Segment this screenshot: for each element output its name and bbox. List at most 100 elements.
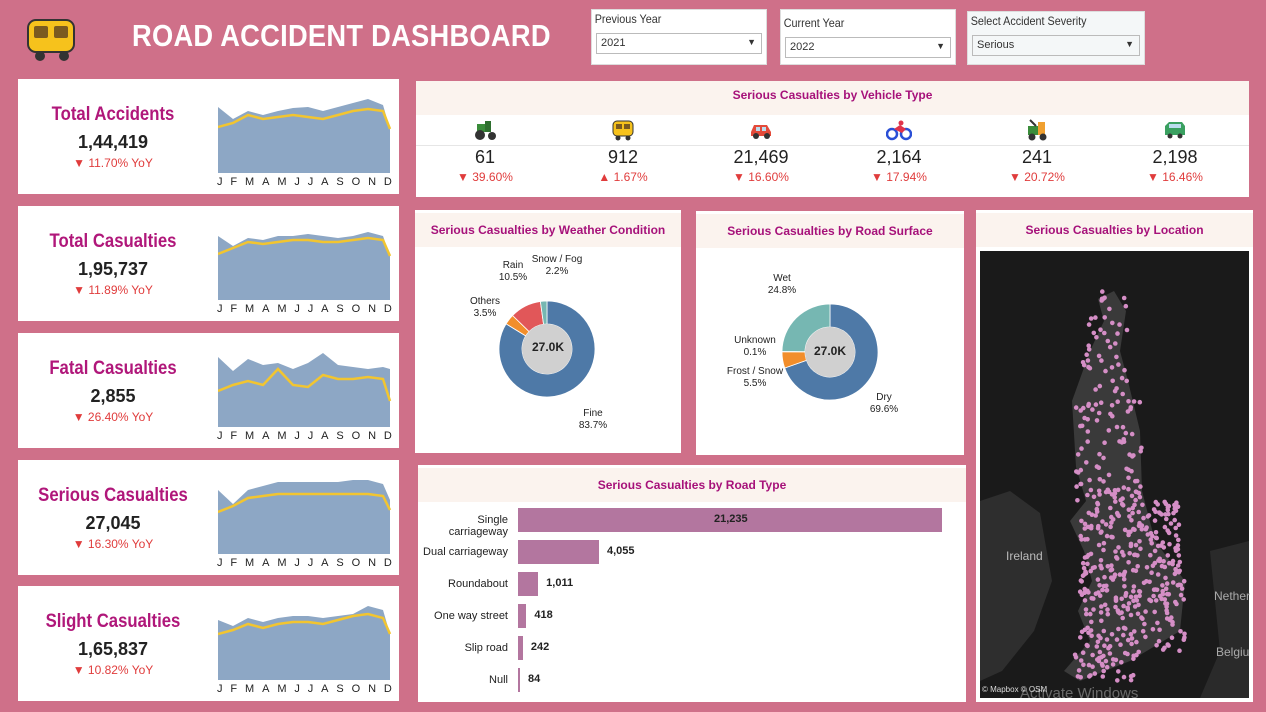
map-location-dot[interactable] xyxy=(1164,516,1169,522)
map-location-dot[interactable] xyxy=(1148,537,1154,542)
map-location-dot[interactable] xyxy=(1113,549,1118,554)
map-location-dot[interactable] xyxy=(1177,648,1182,653)
map-location-dot[interactable] xyxy=(1082,586,1087,592)
map-location-dot[interactable] xyxy=(1095,639,1101,645)
map-location-dot[interactable] xyxy=(1118,642,1123,647)
map-location-dot[interactable] xyxy=(1085,417,1090,422)
map-location-dot[interactable] xyxy=(1138,546,1143,552)
map-location-dot[interactable] xyxy=(1174,601,1179,607)
map-location-dot[interactable] xyxy=(1133,497,1138,503)
map-location-dot[interactable] xyxy=(1121,295,1127,301)
map-location-dot[interactable] xyxy=(1094,418,1100,423)
map-location-dot[interactable] xyxy=(1156,638,1162,644)
map-location-dot[interactable] xyxy=(1078,481,1083,487)
map-location-dot[interactable] xyxy=(1084,611,1089,617)
map-location-dot[interactable] xyxy=(1145,514,1151,519)
map-location-dot[interactable] xyxy=(1082,555,1088,560)
map-location-dot[interactable] xyxy=(1176,537,1181,543)
map-location-dot[interactable] xyxy=(1099,618,1104,624)
map-location-dot[interactable] xyxy=(1110,320,1115,326)
map-location-dot[interactable] xyxy=(1114,354,1119,360)
map-location-dot[interactable] xyxy=(1122,584,1127,589)
map-location-dot[interactable] xyxy=(1076,668,1082,673)
map-location-dot[interactable] xyxy=(1104,637,1110,642)
map-location-dot[interactable] xyxy=(1117,439,1122,444)
map-location-dot[interactable] xyxy=(1127,551,1132,556)
map-location-dot[interactable] xyxy=(1123,626,1128,631)
map-location-dot[interactable] xyxy=(1173,533,1179,538)
map-location-dot[interactable] xyxy=(1109,403,1115,408)
map-location-dot[interactable] xyxy=(1169,615,1174,620)
map-location-dot[interactable] xyxy=(1121,674,1127,680)
map-location-dot[interactable] xyxy=(1152,518,1158,523)
map-location-dot[interactable] xyxy=(1106,428,1112,433)
map-location-dot[interactable] xyxy=(1097,492,1102,497)
map-location-dot[interactable] xyxy=(1082,521,1088,527)
map-location-dot[interactable] xyxy=(1109,514,1114,520)
map-location-dot[interactable] xyxy=(1113,341,1118,346)
map-location-dot[interactable] xyxy=(1133,568,1139,573)
map-location-dot[interactable] xyxy=(1122,569,1128,575)
map-location-dot[interactable] xyxy=(1104,588,1109,593)
severity-select[interactable]: Serious ▼ xyxy=(972,35,1140,56)
map-location-dot[interactable] xyxy=(1126,475,1131,481)
map-location-dot[interactable] xyxy=(1172,517,1177,523)
map-location-dot[interactable] xyxy=(1170,622,1175,627)
map-location-dot[interactable] xyxy=(1173,525,1178,531)
map-location-dot[interactable] xyxy=(1103,522,1109,527)
map-location-dot[interactable] xyxy=(1166,530,1172,536)
map-location-dot[interactable] xyxy=(1085,358,1091,363)
map-location-dot[interactable] xyxy=(1154,643,1159,648)
map-location-dot[interactable] xyxy=(1157,558,1163,564)
map-location-dot[interactable] xyxy=(1181,578,1187,584)
map-location-dot[interactable] xyxy=(1091,494,1097,500)
map-location-dot[interactable] xyxy=(1120,391,1125,397)
map-location-dot[interactable] xyxy=(1130,454,1135,459)
map-location-dot[interactable] xyxy=(1137,520,1142,526)
map-location-dot[interactable] xyxy=(1119,501,1125,507)
map-location-dot[interactable] xyxy=(1128,405,1134,410)
map-location-dot[interactable] xyxy=(1175,563,1181,568)
map-location-dot[interactable] xyxy=(1122,367,1127,373)
map-location-dot[interactable] xyxy=(1099,529,1104,534)
map-location-dot[interactable] xyxy=(1116,626,1121,632)
map-location-dot[interactable] xyxy=(1167,541,1172,547)
map-location-dot[interactable] xyxy=(1090,407,1095,412)
map-location-dot[interactable] xyxy=(1078,658,1084,663)
map-location-dot[interactable] xyxy=(1129,468,1134,474)
map-location-dot[interactable] xyxy=(1099,296,1105,302)
map-location-dot[interactable] xyxy=(1096,410,1102,416)
map-location-dot[interactable] xyxy=(1078,533,1083,539)
map-location-dot[interactable] xyxy=(1126,532,1131,538)
map-location-dot[interactable] xyxy=(1086,322,1092,327)
map-location-dot[interactable] xyxy=(1133,542,1139,548)
map-location-dot[interactable] xyxy=(1100,289,1105,294)
map-location-dot[interactable] xyxy=(1131,588,1136,594)
map-location-dot[interactable] xyxy=(1097,477,1103,482)
map-location-dot[interactable] xyxy=(1109,632,1115,637)
map-location-dot[interactable] xyxy=(1098,635,1103,641)
map-location-dot[interactable] xyxy=(1132,629,1137,634)
map-location-dot[interactable] xyxy=(1123,593,1128,599)
map-location-dot[interactable] xyxy=(1175,543,1181,548)
map-location-dot[interactable] xyxy=(1110,378,1115,384)
map-location-dot[interactable] xyxy=(1160,647,1166,652)
map-location-dot[interactable] xyxy=(1105,611,1111,617)
map-location-dot[interactable] xyxy=(1179,586,1185,591)
map-location-dot[interactable] xyxy=(1083,569,1088,574)
map-location-dot[interactable] xyxy=(1153,535,1159,541)
map-location-dot[interactable] xyxy=(1121,632,1126,638)
map-location-dot[interactable] xyxy=(1175,583,1181,588)
map-location-dot[interactable] xyxy=(1153,509,1158,515)
map-location-dot[interactable] xyxy=(1149,570,1154,575)
map-location-dot[interactable] xyxy=(1154,587,1160,593)
map-location-dot[interactable] xyxy=(1137,539,1142,544)
map-location-dot[interactable] xyxy=(1113,499,1118,504)
map-location-dot[interactable] xyxy=(1097,383,1103,389)
map-location-dot[interactable] xyxy=(1178,629,1183,634)
current-year-select[interactable]: 2022 ▼ xyxy=(785,37,951,58)
map-location-dot[interactable] xyxy=(1087,477,1092,483)
map-location-dot[interactable] xyxy=(1118,497,1123,503)
map-location-dot[interactable] xyxy=(1166,643,1171,648)
map-location-dot[interactable] xyxy=(1166,511,1171,517)
